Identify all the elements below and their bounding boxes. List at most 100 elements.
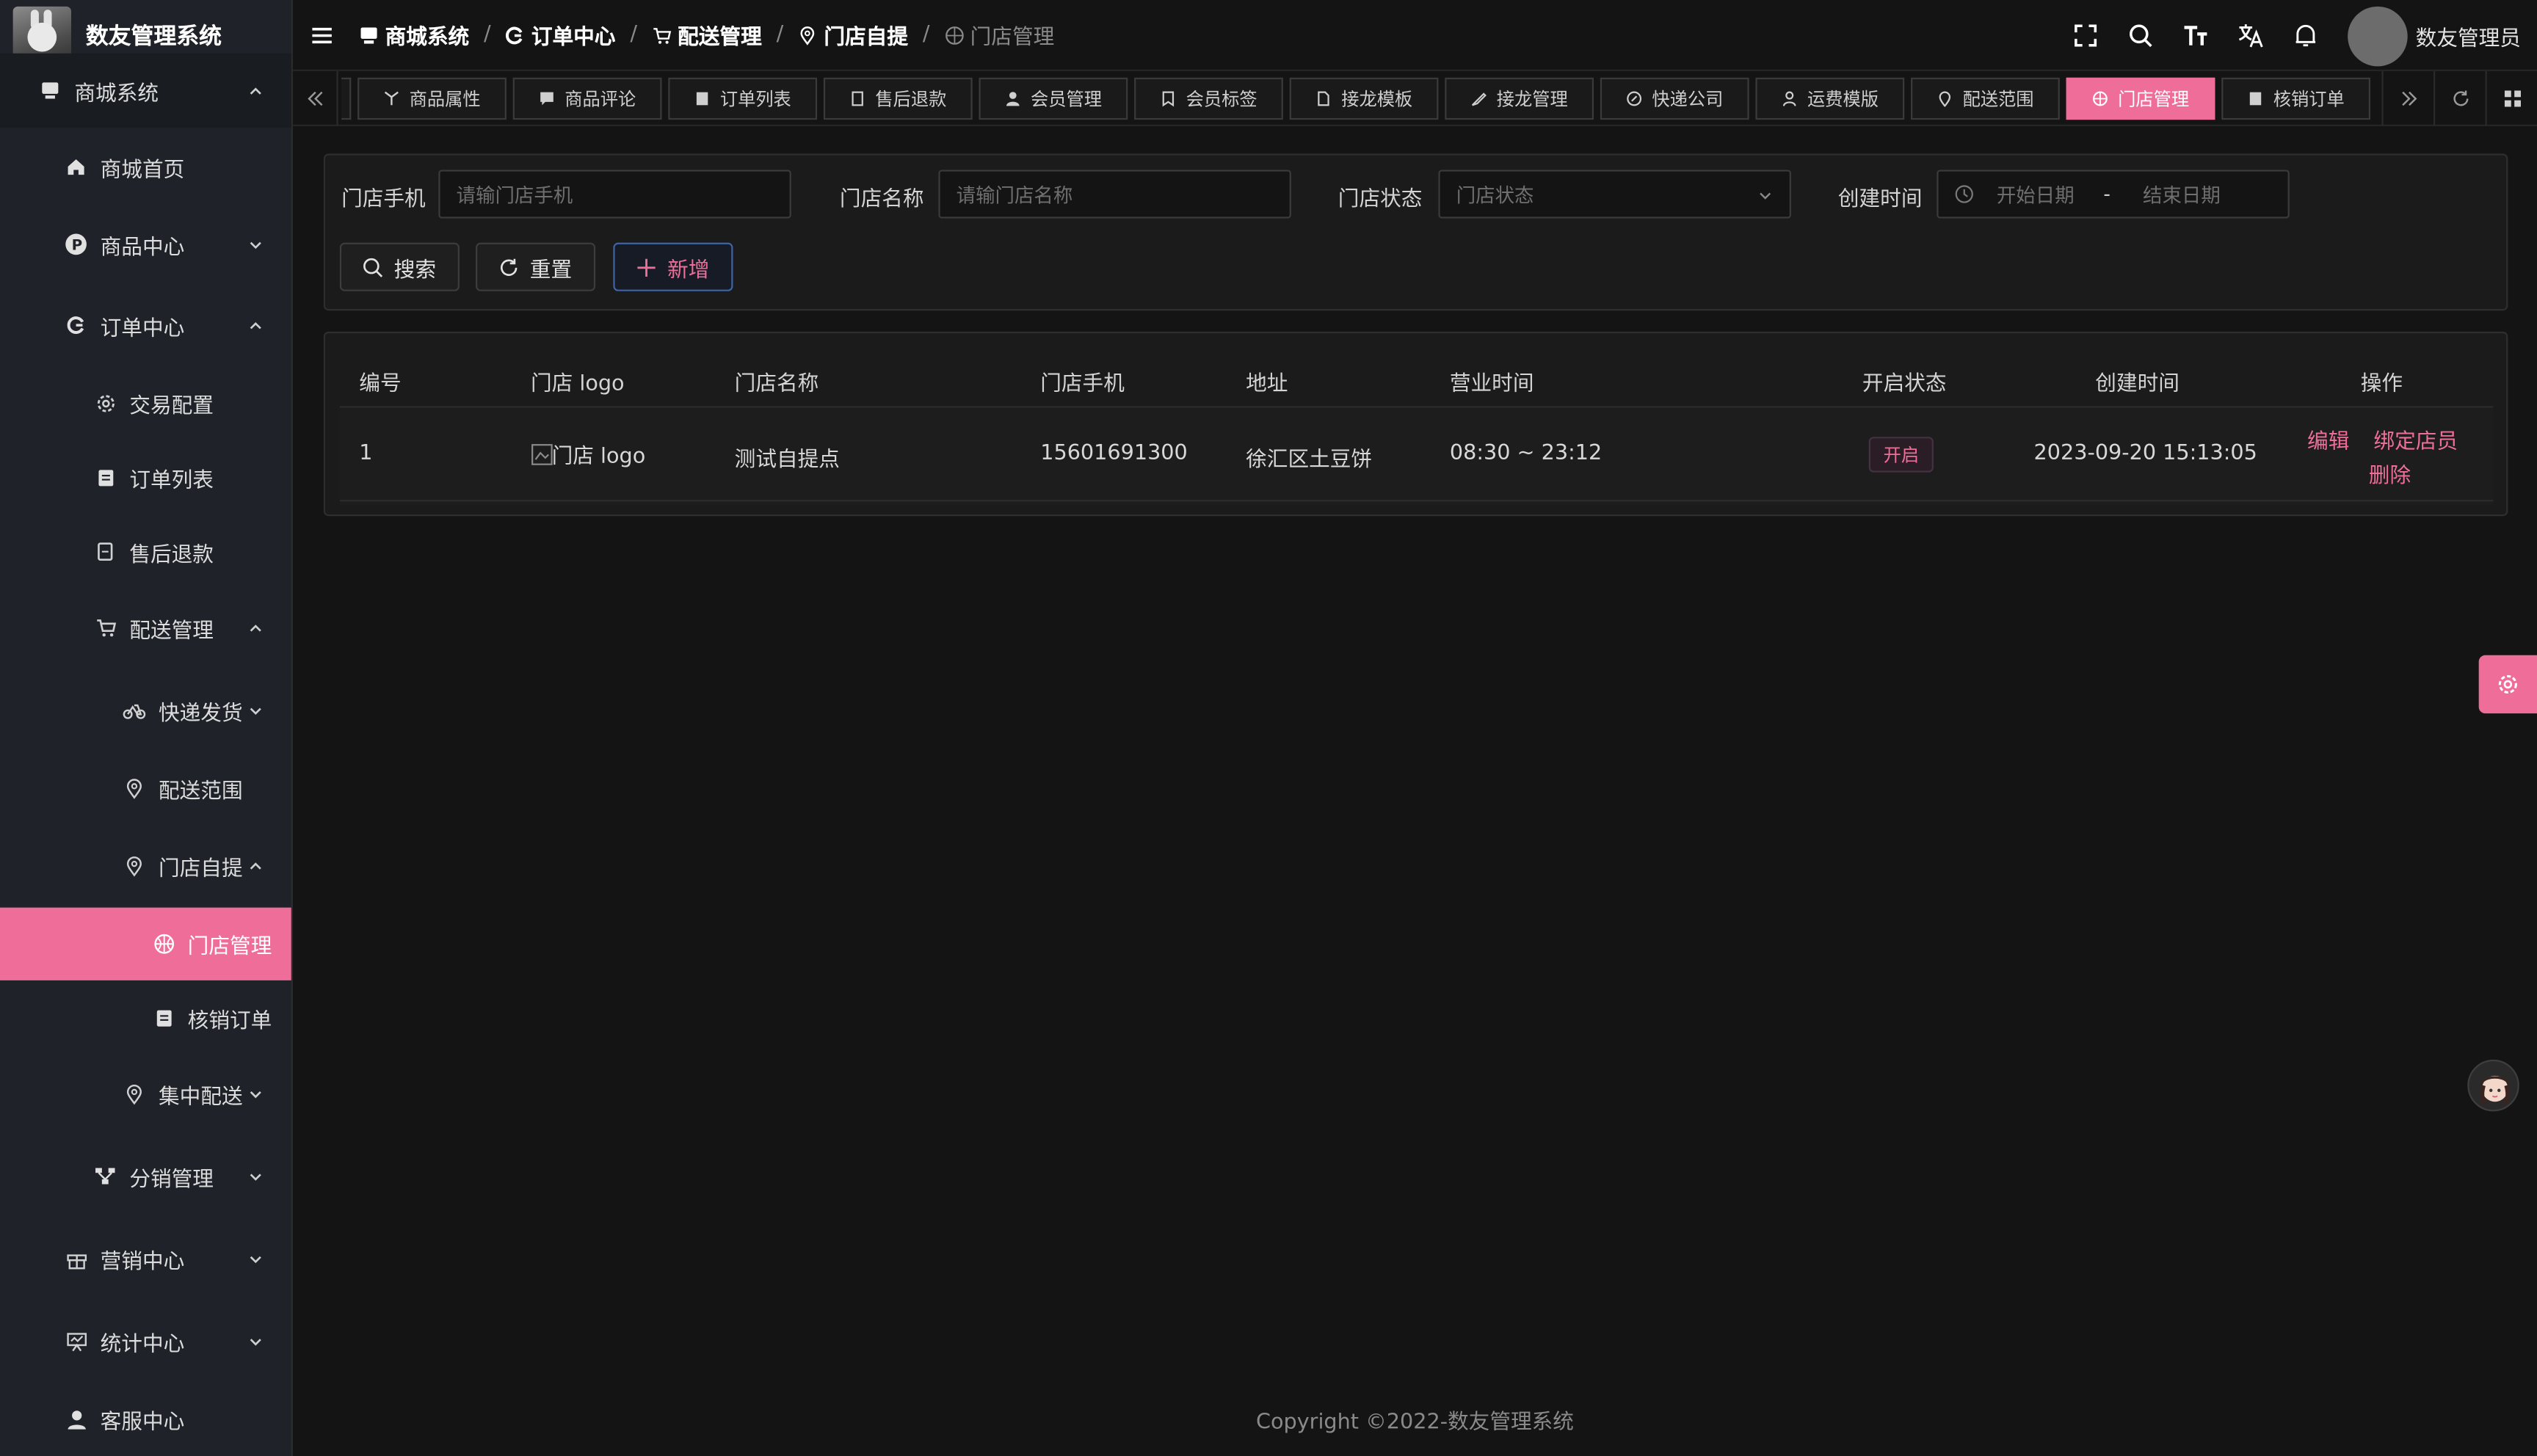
tag-members[interactable]: 会员管理 bbox=[979, 77, 1128, 120]
tag-delivery-range[interactable]: 配送范围 bbox=[1911, 77, 2060, 120]
tag-after-sales[interactable]: 售后退款 bbox=[823, 77, 973, 120]
comment-icon bbox=[540, 92, 554, 106]
tag-relay-templates[interactable]: 接龙模板 bbox=[1289, 77, 1439, 120]
sidebar-item-express[interactable]: 快递发货 bbox=[0, 671, 291, 749]
tag-verify-orders[interactable]: 核销订单 bbox=[2221, 77, 2371, 120]
search-icon[interactable] bbox=[2127, 23, 2153, 48]
sidebar-item-trade-config[interactable]: 交易配置 bbox=[0, 365, 291, 440]
store-icon bbox=[39, 79, 62, 102]
sidebar-item-delivery[interactable]: 配送管理 bbox=[0, 589, 291, 666]
gear-icon bbox=[94, 391, 117, 414]
search-button[interactable]: 搜索 bbox=[339, 242, 460, 291]
tags-bar: 商品属性 商品评论 订单列表 售后退款 会员管理 会员标签 接龙模板 接龙管理 … bbox=[292, 70, 2537, 126]
sidebar-item-label: 配送范围 bbox=[159, 779, 243, 804]
sidebar-item-store-pickup[interactable]: 门店自提 bbox=[0, 826, 291, 904]
location-icon bbox=[123, 1082, 146, 1105]
tag-member-labels[interactable]: 会员标签 bbox=[1134, 77, 1283, 120]
store-icon bbox=[360, 26, 377, 43]
search-panel: 门店手机 请输门店手机 门店名称 请输门店名称 门店状态 门店状态 创建时间 开… bbox=[323, 153, 2508, 311]
refresh-icon bbox=[501, 258, 518, 275]
breadcrumb-item-pickup[interactable]: 门店自提 bbox=[798, 19, 908, 50]
tag-relay-management[interactable]: 接龙管理 bbox=[1445, 77, 1594, 120]
cell-logo: 门店 logo bbox=[531, 438, 645, 469]
refresh-button[interactable] bbox=[2433, 70, 2486, 126]
breadcrumb-item-mall[interactable]: 商城系统 bbox=[359, 19, 469, 50]
sidebar-item-centralized-delivery[interactable]: 集中配送 bbox=[0, 1055, 291, 1132]
sidebar-item-delivery-range[interactable]: 配送范围 bbox=[0, 749, 291, 827]
bookmark-icon bbox=[1162, 91, 1175, 107]
status-label: 门店状态 bbox=[1338, 187, 1423, 212]
app-title: 数友管理系统 bbox=[85, 24, 222, 51]
bike-icon bbox=[123, 699, 146, 721]
column-header: 门店手机 bbox=[1040, 372, 1125, 397]
location-icon bbox=[123, 854, 146, 877]
sidebar-item-label: 商品中心 bbox=[100, 235, 185, 260]
refresh-icon bbox=[2453, 90, 2468, 106]
breadcrumb-label: 门店管理 bbox=[970, 26, 1055, 51]
tags-scroll-right-button[interactable] bbox=[2381, 70, 2433, 126]
sidebar-item-order-list[interactable]: 订单列表 bbox=[0, 440, 291, 514]
footer-copyright: Copyright ©2022-数友管理系统 bbox=[1256, 1410, 1574, 1435]
assistant-avatar-button[interactable] bbox=[2467, 1059, 2519, 1112]
sidebar-item-verify-orders[interactable]: 核销订单 bbox=[0, 980, 291, 1055]
tag-label: 售后退款 bbox=[875, 89, 947, 110]
tag-product-reviews[interactable]: 商品评论 bbox=[512, 77, 662, 120]
column-header: 创建时间 bbox=[2095, 372, 2180, 397]
sidebar-item-customer-service[interactable]: 客服中心 bbox=[0, 1380, 291, 1456]
table-header: 编号 门店 logo 门店名称 门店手机 地址 营业时间 开启状态 创建时间 操… bbox=[339, 349, 2494, 408]
store-phone-input[interactable]: 请输门店手机 bbox=[438, 170, 791, 219]
tag-order-list[interactable]: 订单列表 bbox=[668, 77, 818, 120]
store-name-input[interactable]: 请输门店名称 bbox=[938, 170, 1291, 219]
sidebar-item-product-center[interactable]: P 商品中心 bbox=[0, 205, 291, 283]
sidebar-item-marketing[interactable]: 营销中心 bbox=[0, 1220, 291, 1297]
translate-icon[interactable] bbox=[2237, 23, 2263, 48]
fullscreen-icon[interactable] bbox=[2072, 23, 2098, 48]
store-status-select[interactable]: 门店状态 bbox=[1438, 170, 1791, 219]
user-icon bbox=[65, 1408, 87, 1430]
date-range-picker[interactable]: 开始日期 - 结束日期 bbox=[1937, 170, 2290, 219]
basketball-icon bbox=[152, 933, 175, 956]
edit-icon bbox=[1471, 92, 1487, 106]
username[interactable]: 数友管理员 bbox=[2416, 21, 2521, 51]
sidebar-item-label: 交易配置 bbox=[129, 393, 214, 418]
chevron-down-icon bbox=[250, 1339, 261, 1346]
tags-scroll-left-button[interactable] bbox=[293, 70, 338, 126]
sidebar-item-label: 售后退款 bbox=[129, 542, 214, 567]
tag-freight-templates[interactable]: 运费模版 bbox=[1755, 77, 1905, 120]
bind-staff-link[interactable]: 绑定店员 bbox=[2373, 424, 2458, 454]
edit-link[interactable]: 编辑 bbox=[2307, 424, 2349, 454]
tag-label: 商品评论 bbox=[565, 89, 636, 110]
breadcrumb-separator: / bbox=[484, 22, 491, 47]
start-date-input[interactable]: 开始日期 bbox=[1997, 181, 2075, 208]
sidebar-item-distribution[interactable]: 分销管理 bbox=[0, 1138, 291, 1215]
chevron-up-icon bbox=[250, 625, 261, 632]
tag-express-companies[interactable]: 快递公司 bbox=[1600, 77, 1749, 120]
end-date-input[interactable]: 结束日期 bbox=[2143, 181, 2221, 208]
settings-button[interactable] bbox=[2478, 655, 2537, 714]
sidebar-item-after-sales[interactable]: 售后退款 bbox=[0, 514, 291, 589]
chevron-up-icon bbox=[250, 87, 261, 95]
bell-icon[interactable] bbox=[2293, 23, 2318, 48]
sidebar-item-mall-system[interactable]: 商城系统 bbox=[0, 53, 291, 128]
sidebar-item-store-management[interactable]: 门店管理 bbox=[0, 907, 291, 980]
tags-menu-button[interactable] bbox=[2485, 70, 2537, 126]
font-size-icon[interactable] bbox=[2182, 23, 2208, 48]
add-button[interactable]: 新增 bbox=[613, 242, 733, 291]
store-table: 编号 门店 logo 门店名称 门店手机 地址 营业时间 开启状态 创建时间 操… bbox=[339, 349, 2494, 505]
tag-product-attributes[interactable]: 商品属性 bbox=[357, 77, 507, 120]
delete-link[interactable]: 删除 bbox=[2369, 458, 2411, 489]
sidebar-item-order-center[interactable]: 订单中心 bbox=[0, 286, 291, 364]
breadcrumb-item-orders[interactable]: 订单中心 bbox=[506, 19, 615, 50]
cell-id: 1 bbox=[359, 441, 373, 466]
sidebar-item-statistics[interactable]: 统计中心 bbox=[0, 1303, 291, 1380]
location-icon bbox=[123, 776, 146, 799]
sidebar-item-mall-home[interactable]: 商城首页 bbox=[0, 128, 291, 205]
reset-button[interactable]: 重置 bbox=[476, 242, 596, 291]
tag-store-management[interactable]: 门店管理 bbox=[2066, 77, 2215, 120]
hamburger-icon[interactable] bbox=[311, 23, 333, 46]
avatar[interactable] bbox=[2348, 5, 2408, 66]
tag-label: 订单列表 bbox=[719, 89, 791, 110]
chevron-down-icon bbox=[250, 241, 261, 250]
tag-label: 运费模版 bbox=[1807, 89, 1879, 110]
breadcrumb-item-delivery[interactable]: 配送管理 bbox=[652, 19, 762, 50]
